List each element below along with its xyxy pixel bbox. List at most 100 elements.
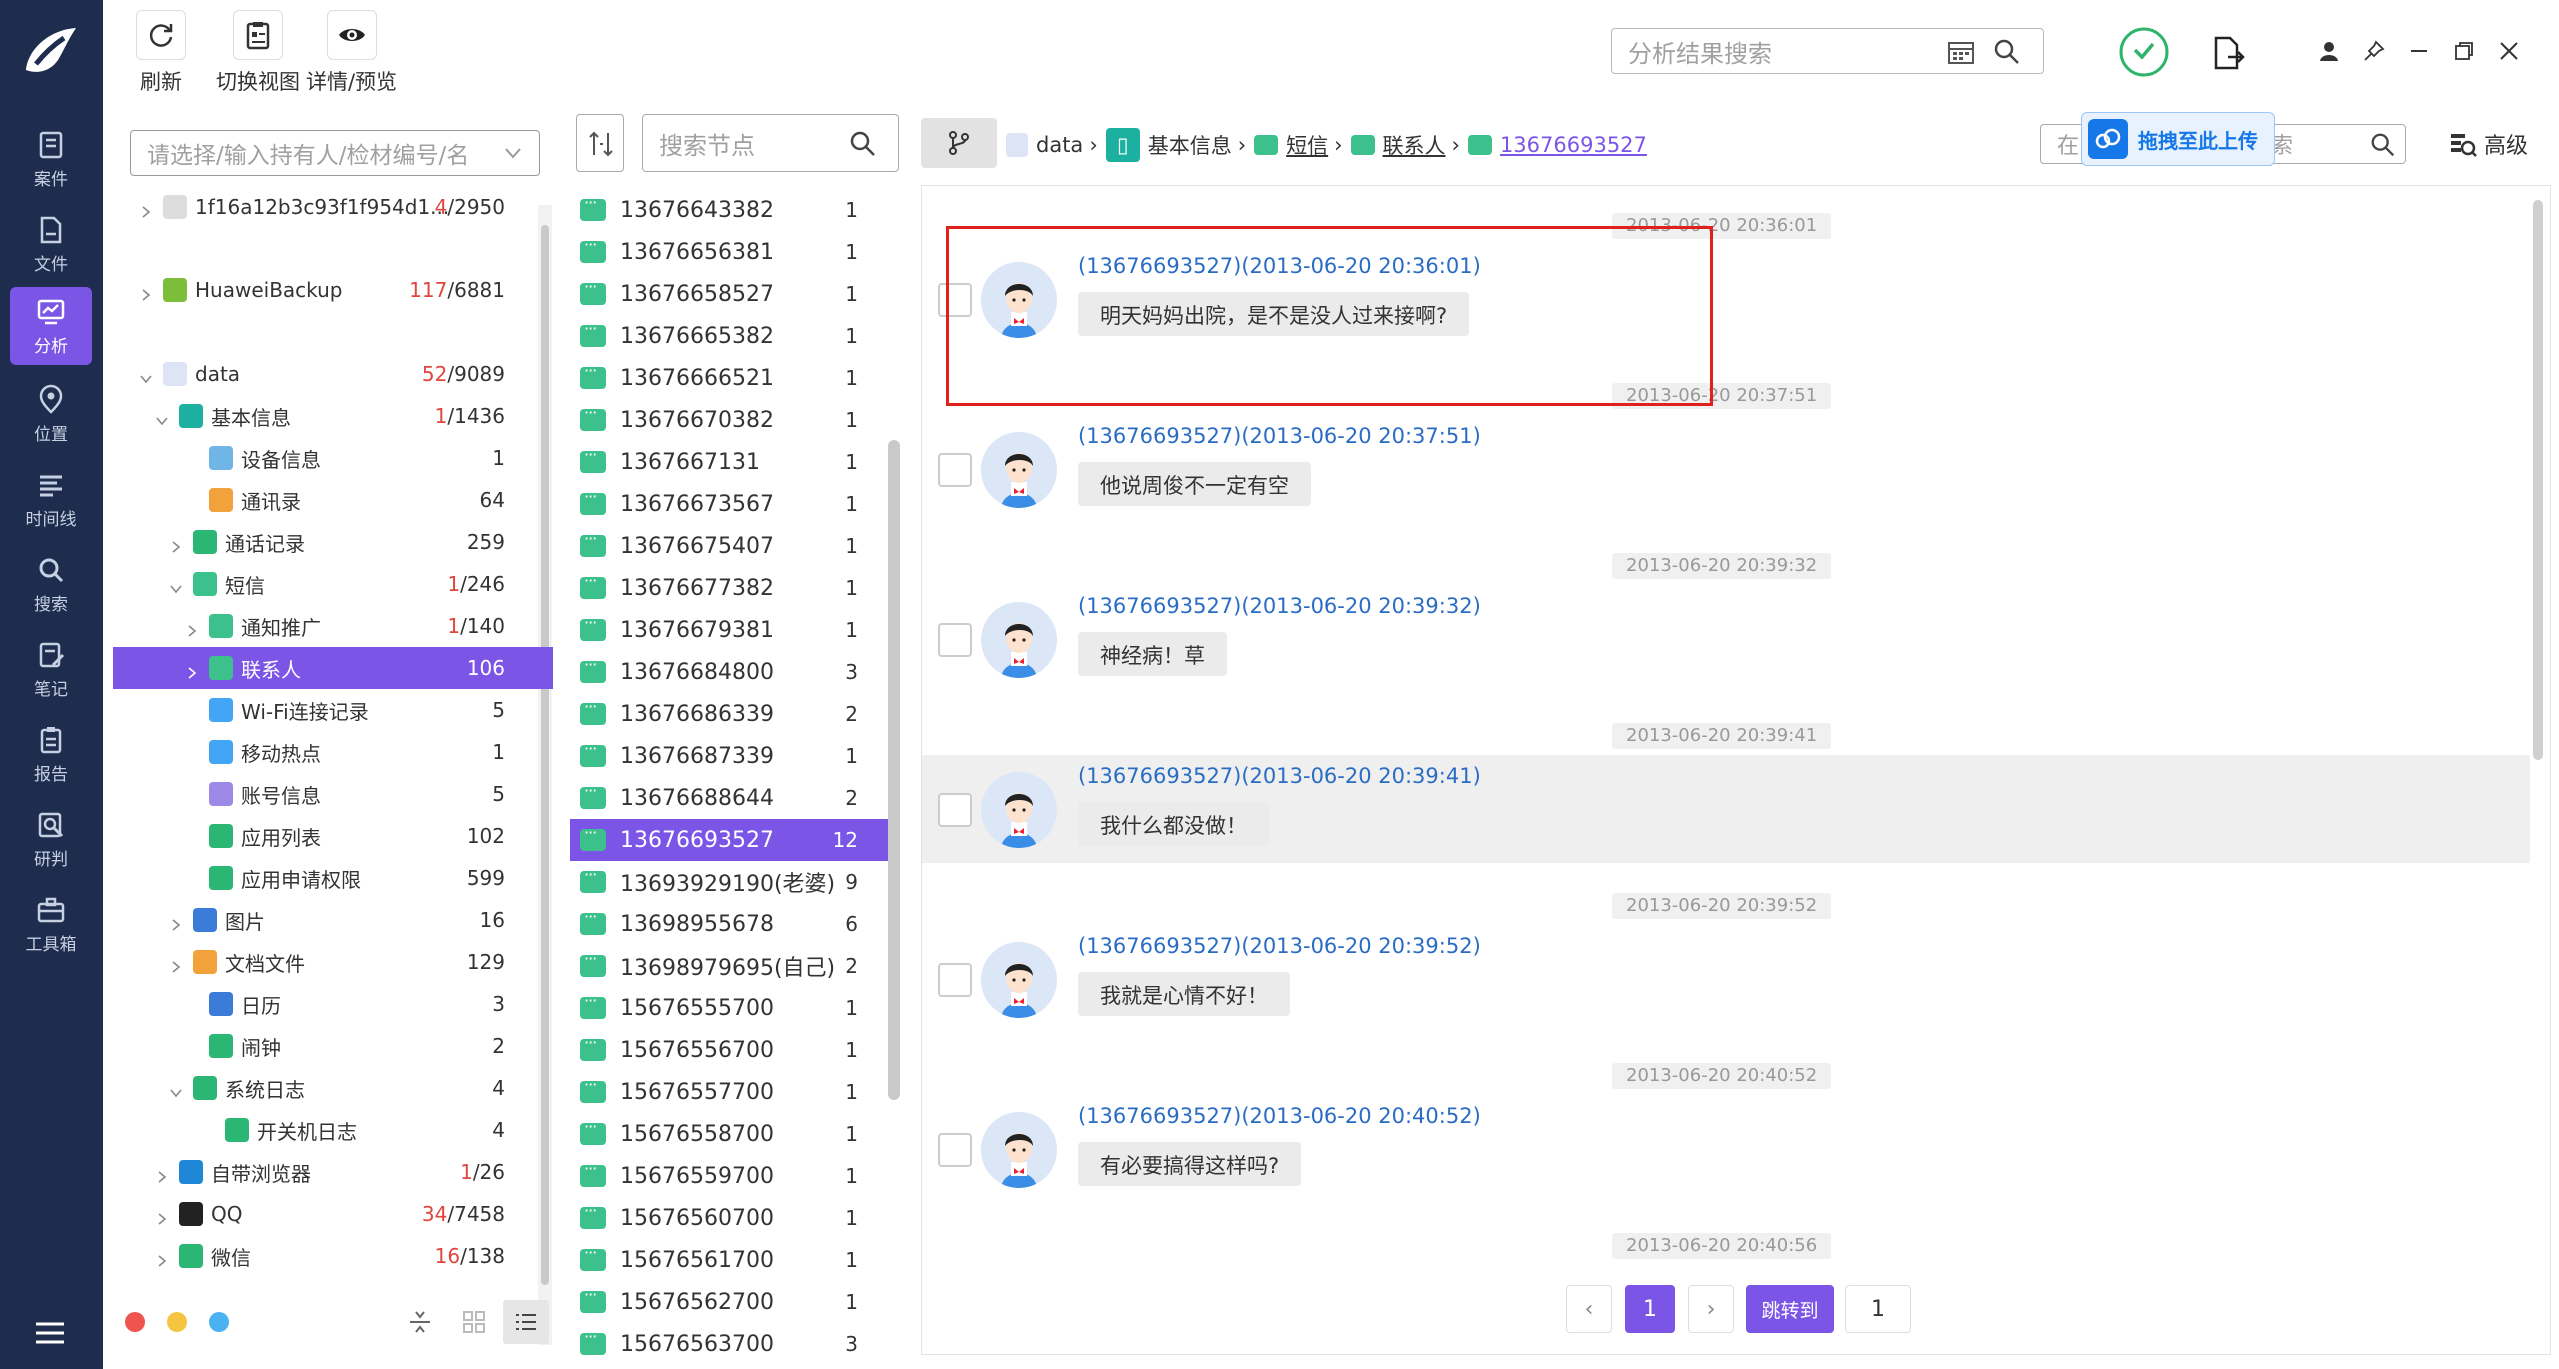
chevron-down-icon[interactable] (139, 367, 153, 384)
tree-node[interactable]: 日历 3 (113, 983, 553, 1025)
message-checkbox[interactable] (938, 1133, 972, 1167)
tree-node[interactable]: 移动热点 1 (113, 731, 553, 773)
nav-file[interactable]: 文件 (10, 205, 92, 283)
next-page-button[interactable]: › (1688, 1285, 1734, 1333)
tree-node[interactable]: 图片 16 (113, 899, 553, 941)
contact-row[interactable]: 13698979695(自己) 2 (570, 945, 888, 987)
tree-node[interactable]: 系统日志 4 (113, 1067, 553, 1109)
tree-node[interactable]: 应用列表 102 (113, 815, 553, 857)
tree-node[interactable]: 开关机日志 4 (113, 1109, 553, 1151)
nav-toolbox[interactable]: 工具箱 (10, 885, 92, 963)
analysis-search-input[interactable]: 分析结果搜索 (1611, 28, 2044, 74)
contact-row[interactable]: 13676675407 1 (570, 525, 888, 567)
breadcrumb-item[interactable]: data (1036, 133, 1083, 157)
minimize-icon[interactable] (2408, 40, 2430, 62)
contact-row[interactable]: 15676559700 1 (570, 1155, 888, 1197)
tree-node[interactable]: 账号信息 5 (113, 773, 553, 815)
tree-node[interactable]: 通知推广 1/140 (113, 605, 553, 647)
contact-row[interactable]: 13676679381 1 (570, 609, 888, 651)
contact-row[interactable]: 13676688644 2 (570, 777, 888, 819)
tree-node[interactable]: 短信 1/246 (113, 563, 553, 605)
message-sender[interactable]: (13676693527)(2013-06-20 20:37:51) (1078, 424, 1481, 448)
message-checkbox[interactable] (938, 453, 972, 487)
yellow-dot-filter[interactable] (167, 1312, 187, 1332)
contact-row[interactable]: 15676561700 1 (570, 1239, 888, 1281)
message-sender[interactable]: (13676693527)(2013-06-20 20:39:32) (1078, 594, 1481, 618)
contact-row[interactable]: 1367667131 1 (570, 441, 888, 483)
sort-button[interactable] (576, 114, 624, 172)
nav-timeline[interactable]: 时间线 (10, 460, 92, 538)
export-file-icon[interactable] (2212, 35, 2246, 71)
tree-node[interactable]: 1f16a12b3c93f1f954d1... 4/2950 (113, 186, 553, 228)
detail-preview-button[interactable]: 详情/预览 (304, 10, 399, 96)
message-checkbox[interactable] (938, 963, 972, 997)
chevron-down-icon[interactable] (169, 577, 183, 594)
page-number-button[interactable]: 1 (1625, 1285, 1675, 1333)
contact-row[interactable]: 13676677382 1 (570, 567, 888, 609)
chevron-right-icon[interactable] (169, 955, 183, 973)
chevron-right-icon[interactable] (139, 283, 153, 301)
contact-row[interactable]: 13676643382 1 (570, 189, 888, 231)
message-sender[interactable]: (13676693527)(2013-06-20 20:40:52) (1078, 1104, 1481, 1128)
nav-analysis[interactable]: 分析 (10, 287, 92, 365)
node-search-input[interactable]: 搜索节点 (642, 114, 899, 172)
nav-judge[interactable]: 研判 (10, 800, 92, 878)
tree-node[interactable]: 基本信息 1/1436 (113, 395, 553, 437)
search-icon[interactable] (1992, 37, 2022, 67)
nav-location[interactable]: 位置 (10, 375, 92, 453)
tree-node[interactable]: HuaweiBackup 117/6881 (113, 269, 553, 311)
nav-case[interactable]: 案件 (10, 120, 92, 198)
message-checkbox[interactable] (938, 623, 972, 657)
contact-row[interactable]: 13676665382 1 (570, 315, 888, 357)
chevron-right-icon[interactable] (155, 1249, 169, 1267)
message-checkbox[interactable] (938, 793, 972, 827)
chevron-right-icon[interactable] (185, 661, 199, 679)
contact-row[interactable]: 13676687339 1 (570, 735, 888, 777)
grid-view-icon[interactable] (460, 1308, 488, 1336)
contact-row[interactable]: 13676656381 1 (570, 231, 888, 273)
tree-node[interactable]: 设备信息 1 (113, 437, 553, 479)
tree-node[interactable]: QQ 34/7458 (113, 1193, 553, 1235)
message-sender[interactable]: (13676693527)(2013-06-20 20:39:41) (1078, 764, 1481, 788)
tree-node[interactable]: 闹钟 2 (113, 1025, 553, 1067)
chevron-right-icon[interactable] (169, 535, 183, 553)
chevron-right-icon[interactable] (185, 619, 199, 637)
tree-node[interactable]: 通讯录 64 (113, 479, 553, 521)
evidence-select-input[interactable]: 请选择/输入持有人/检材编号/名 (130, 130, 540, 176)
jump-page-input[interactable]: 1 (1845, 1285, 1911, 1333)
contact-row[interactable]: 15676560700 1 (570, 1197, 888, 1239)
contact-row[interactable]: 15676555700 1 (570, 987, 888, 1029)
restore-icon[interactable] (2453, 40, 2475, 62)
contact-row[interactable]: 13698955678 6 (570, 903, 888, 945)
chevron-down-icon[interactable] (503, 145, 523, 161)
search-icon[interactable] (848, 129, 878, 159)
chevron-right-icon[interactable] (155, 1165, 169, 1183)
contact-row[interactable]: 13676673567 1 (570, 483, 888, 525)
refresh-button[interactable]: 刷新 (136, 10, 186, 96)
breadcrumb-item[interactable]: 基本信息 (1148, 130, 1232, 160)
prev-page-button[interactable]: ‹ (1566, 1285, 1612, 1333)
tree-node[interactable]: 通话记录 259 (113, 521, 553, 563)
contact-row[interactable]: 13676670382 1 (570, 399, 888, 441)
tree-node[interactable]: 应用申请权限 599 (113, 857, 553, 899)
branch-button[interactable] (921, 118, 997, 168)
user-icon[interactable] (2318, 40, 2340, 62)
breadcrumb-item[interactable]: 联系人 (1383, 130, 1446, 160)
red-dot-filter[interactable] (125, 1312, 145, 1332)
pin-icon[interactable] (2363, 40, 2385, 62)
shield-check-icon[interactable] (2118, 26, 2170, 78)
contact-row[interactable]: 13676658527 1 (570, 273, 888, 315)
contact-row[interactable]: 15676557700 1 (570, 1071, 888, 1113)
breadcrumb-item[interactable]: 13676693527 (1500, 133, 1647, 157)
tree-node[interactable]: 联系人 106 (113, 647, 553, 689)
contact-row[interactable]: 15676562700 1 (570, 1281, 888, 1323)
advanced-button[interactable]: 高级 (2448, 128, 2528, 160)
contact-list-scrollbar[interactable] (888, 440, 900, 1100)
contact-row[interactable]: 15676563700 3 (570, 1323, 888, 1365)
chevron-right-icon[interactable] (155, 1207, 169, 1225)
tree-node[interactable]: 文档文件 129 (113, 941, 553, 983)
jump-to-button[interactable]: 跳转到 (1746, 1285, 1834, 1333)
contact-row[interactable]: 13693929190(老婆) 9 (570, 861, 888, 903)
chevron-down-icon[interactable] (155, 409, 169, 426)
collapse-all-icon[interactable] (406, 1308, 434, 1336)
